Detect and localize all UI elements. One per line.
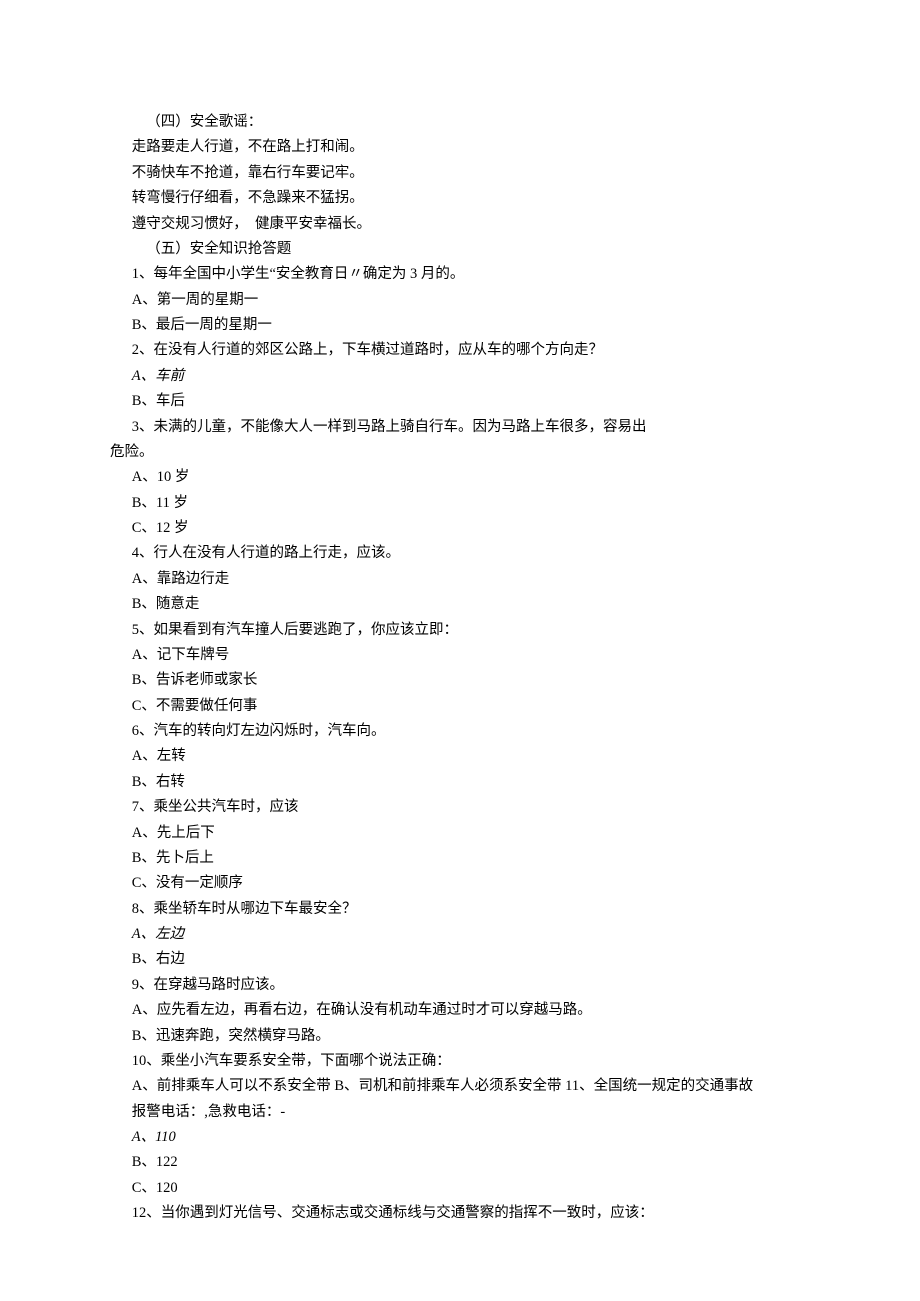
text-line: 危险。 — [110, 440, 785, 465]
text-line: A、110 — [110, 1125, 785, 1150]
text-line: （五）安全知识抢答题 — [110, 237, 785, 262]
text-line: B、迅速奔跑，突然横穿马路。 — [110, 1024, 785, 1049]
text-line: A、第一周的星期一 — [110, 288, 785, 313]
text-line: C、12 岁 — [110, 516, 785, 541]
text-line: 不骑快车不抢道，靠右行车要记牢。 — [110, 161, 785, 186]
text-line: B、最后一周的星期一 — [110, 313, 785, 338]
text-line: B、右边 — [110, 947, 785, 972]
text-line: 12、当你遇到灯光信号、交通标志或交通标线与交通警察的指挥不一致时，应该： — [110, 1201, 785, 1226]
text-line: A、前排乘车人可以不系安全带 B、司机和前排乘车人必须系安全带 11、全国统一规… — [110, 1074, 785, 1099]
text-line: A、车前 — [110, 364, 785, 389]
text-line: 1、每年全国中小学生“安全教育日〃确定为 3 月的。 — [110, 262, 785, 287]
text-line: B、随意走 — [110, 592, 785, 617]
text-line: B、右转 — [110, 770, 785, 795]
text-line: A、记下车牌号 — [110, 643, 785, 668]
document-page: （四）安全歌谣：走路要走人行道，不在路上打和闹。不骑快车不抢道，靠右行车要记牢。… — [0, 0, 920, 1301]
text-line: 转弯慢行仔细看，不急躁来不猛拐。 — [110, 186, 785, 211]
text-line: B、告诉老师或家长 — [110, 668, 785, 693]
text-line: C、没有一定顺序 — [110, 871, 785, 896]
text-line: 2、在没有人行道的郊区公路上，下车横过道路时，应从车的哪个方向走？ — [110, 338, 785, 363]
text-line: 遵守交规习惯好， 健康平安幸福长。 — [110, 212, 785, 237]
text-line: B、先卜后上 — [110, 846, 785, 871]
text-line: C、不需要做任何事 — [110, 694, 785, 719]
text-line: 报警电话：,急救电话：- — [110, 1100, 785, 1125]
text-line: C、120 — [110, 1176, 785, 1201]
text-line: A、左转 — [110, 744, 785, 769]
text-line: A、10 岁 — [110, 465, 785, 490]
text-line: 3、未满的儿童，不能像大人一样到马路上骑自行车。因为马路上车很多，容易出 — [110, 415, 785, 440]
text-line: 6、汽车的转向灯左边闪烁时，汽车向。 — [110, 719, 785, 744]
text-line: 8、乘坐轿车时从哪边下车最安全？ — [110, 897, 785, 922]
text-line: 5、如果看到有汽车撞人后要逃跑了，你应该立即： — [110, 618, 785, 643]
text-line: 走路要走人行道，不在路上打和闹。 — [110, 135, 785, 160]
text-line: （四）安全歌谣： — [110, 110, 785, 135]
text-line: A、左边 — [110, 922, 785, 947]
text-line: B、车后 — [110, 389, 785, 414]
text-line: A、靠路边行走 — [110, 567, 785, 592]
text-line: 7、乘坐公共汽车时，应该 — [110, 795, 785, 820]
text-line: B、11 岁 — [110, 491, 785, 516]
text-line: 4、行人在没有人行道的路上行走，应该。 — [110, 541, 785, 566]
text-line: 10、乘坐小汽车要系安全带，下面哪个说法正确： — [110, 1049, 785, 1074]
text-line: B、122 — [110, 1150, 785, 1175]
text-line: A、先上后下 — [110, 821, 785, 846]
text-line: A、应先看左边，再看右边，在确认没有机动车通过时才可以穿越马路。 — [110, 998, 785, 1023]
text-line: 9、在穿越马路时应该。 — [110, 973, 785, 998]
